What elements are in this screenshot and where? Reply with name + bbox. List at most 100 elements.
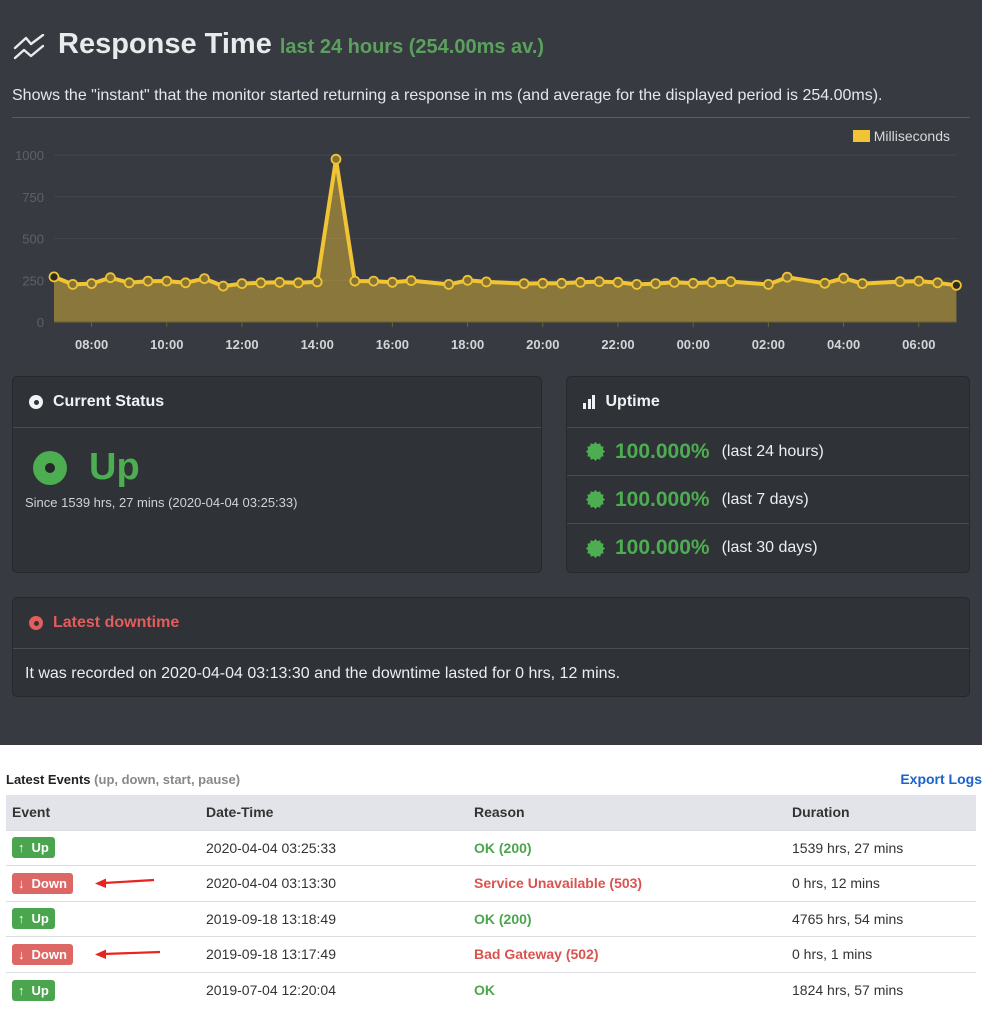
uptime-range: (last 7 days) — [721, 490, 809, 508]
data-point — [480, 276, 492, 288]
data-point — [48, 271, 60, 283]
latest-downtime-heading: Latest downtime — [13, 598, 969, 649]
data-point — [913, 275, 925, 287]
status-since: Since 1539 hrs, 27 mins (2020-04-04 03:2… — [25, 495, 298, 510]
data-point — [161, 275, 173, 287]
uptime-row: 100.000% (last 7 days) — [567, 476, 969, 524]
data-point — [857, 278, 868, 290]
data-point — [706, 276, 718, 288]
x-tick-label: 18:00 — [451, 337, 484, 352]
event-badge-up: ↑ Up — [12, 908, 55, 930]
column-header-duration[interactable]: Duration — [786, 795, 976, 830]
series-line — [53, 157, 957, 289]
data-point — [405, 275, 417, 287]
event-duration: 1824 hrs, 57 mins — [786, 971, 976, 1008]
line-chart-icon — [13, 33, 45, 59]
event-reason: Service Unavailable (503) — [468, 865, 786, 901]
current-status-title: Current Status — [53, 393, 165, 410]
data-point — [631, 278, 643, 290]
data-point — [593, 276, 605, 288]
event-datetime: 2019-09-18 13:18:49 — [200, 900, 468, 937]
event-reason: OK (200) — [468, 900, 786, 937]
data-point — [274, 276, 286, 288]
event-row: ↑ Up 2020-04-04 03:25:33 OK (200) 1539 hrs, … — [6, 829, 976, 866]
x-tick-label: 10:00 — [150, 337, 183, 352]
status-up-icon — [33, 450, 67, 485]
data-point — [142, 275, 154, 287]
event-cell: ↑ Up — [6, 829, 200, 866]
data-point — [687, 277, 699, 289]
event-row: ↑ Up 2019-07-04 12:20:04 OK 1824 hrs, 57 min… — [6, 971, 976, 1008]
response-time-header: Response Time last 24 hours (254.00ms av… — [12, 0, 970, 61]
latest-events-section: Latest Events (up, down, start, pause) E… — [0, 745, 982, 1008]
data-point — [819, 277, 831, 289]
events-subtitle: (up, down, start, pause) — [94, 772, 241, 787]
chart-canvas: 0 250 500 750 1000 08:00 10:00 12:00 14:00 16:00 1… — [15, 148, 962, 352]
event-label: Up — [31, 982, 49, 998]
uptime-percent: 100.000% — [615, 536, 710, 559]
data-point — [292, 277, 304, 289]
x-tick-label: 22:00 — [601, 337, 634, 352]
event-badge-down: ↓ Down — [12, 872, 73, 894]
uptime-panel: Uptime 100.000% (last 24 hours) 100.000% (l… — [566, 376, 970, 573]
page-title: Response Time — [58, 28, 272, 60]
event-cell: ↑ Up — [6, 900, 200, 937]
uptime-row: 100.000% (last 30 days) — [567, 524, 969, 572]
uptime-range: (last 30 days) — [721, 539, 818, 556]
event-label: Down — [31, 875, 67, 891]
monitor-dashboard: Response Time last 24 hours (254.00ms av… — [0, 0, 982, 745]
event-datetime: 2019-09-18 13:17:49 — [200, 936, 468, 972]
data-point — [236, 278, 248, 290]
event-badge-down: ↓ Down — [12, 943, 73, 965]
event-reason: Bad Gateway (502) — [468, 936, 786, 972]
current-status-panel: Current Status Up Since 1539 hrs, 27 min… — [12, 376, 542, 573]
data-point — [763, 278, 774, 290]
uptime-percent: 100.000% — [615, 439, 710, 463]
latest-downtime-text: It was recorded on 2020-04-04 03:13:30 a… — [25, 665, 621, 682]
event-badge-up: ↑ Up — [12, 837, 55, 859]
arrow-down-icon: ↓ — [18, 875, 25, 891]
arrow-up-icon: ↑ — [18, 982, 25, 998]
column-header-reason[interactable]: Reason — [468, 795, 786, 830]
data-point — [894, 276, 906, 288]
y-tick-label: 500 — [22, 232, 44, 247]
certificate-icon — [586, 442, 605, 461]
column-header-event[interactable]: Event — [6, 795, 200, 830]
event-label: Up — [31, 911, 49, 927]
certificate-icon — [586, 490, 605, 509]
data-point — [255, 277, 267, 289]
event-badge-up: ↑ Up — [12, 979, 55, 1001]
events-title: Latest Events (up, down, start, pause) — [6, 772, 240, 787]
event-row: ↓ Down 2020-04-04 03:13:30 Service Unavaila… — [6, 865, 976, 901]
export-logs-link[interactable]: Export Logs — [900, 771, 982, 787]
event-cell: ↓ Down — [6, 936, 200, 972]
event-row: ↑ Up 2019-09-18 13:18:49 OK (200) 4765 hrs, … — [6, 900, 976, 937]
x-tick-label: 06:00 — [902, 337, 935, 352]
chart-description: Shows the "instant" that the monitor sta… — [12, 87, 970, 118]
dot-circle-icon — [29, 395, 43, 409]
data-point — [781, 271, 793, 283]
column-header-datetime[interactable]: Date-Time — [200, 795, 468, 830]
event-duration: 4765 hrs, 54 mins — [786, 900, 976, 937]
data-point — [932, 277, 943, 289]
events-table: Event Date-Time Reason Duration ↑ Up 2020-… — [6, 795, 976, 1008]
latest-downtime-panel: Latest downtime It was recorded on 2020-… — [12, 597, 970, 697]
data-point — [669, 276, 680, 288]
uptime-title: Uptime — [605, 393, 660, 410]
y-tick-label: 1000 — [15, 148, 44, 163]
data-point — [518, 278, 530, 290]
arrow-up-icon: ↑ — [18, 840, 25, 856]
certificate-icon — [586, 538, 605, 558]
y-tick-label: 0 — [37, 315, 44, 330]
x-tick-label: 12:00 — [225, 337, 258, 352]
event-row: ↓ Down 2019-09-18 13:17:49 Bad Gateway (502… — [6, 936, 976, 972]
y-tick-label: 750 — [22, 190, 44, 205]
x-tick-label: 00:00 — [677, 337, 710, 352]
page-subtitle: last 24 hours (254.00ms av.) — [279, 36, 545, 58]
data-point — [838, 272, 849, 284]
arrow-down-icon: ↓ — [18, 946, 25, 962]
data-point — [462, 274, 474, 286]
event-datetime: 2020-04-04 03:13:30 — [200, 865, 468, 901]
x-tick-label: 20:00 — [526, 337, 559, 352]
bar-chart-icon — [583, 395, 597, 409]
